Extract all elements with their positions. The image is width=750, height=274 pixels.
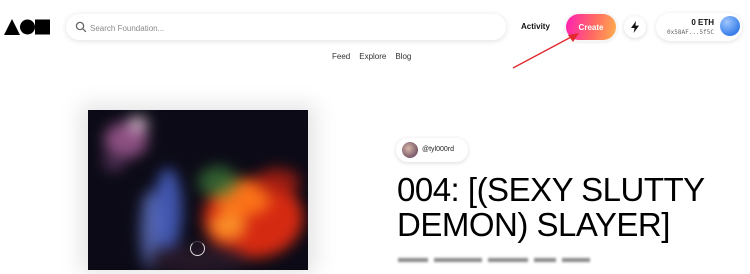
nav-item-feed[interactable]: Feed: [332, 52, 350, 61]
top-nav: Feed Explore Blog: [332, 52, 411, 61]
wallet-avatar: [720, 16, 740, 36]
creator-chip[interactable]: @tyl000rd: [396, 138, 468, 162]
artwork-description-cutoff: [398, 256, 598, 266]
creator-avatar: [402, 142, 418, 158]
wallet-address: 0x58AF...5f5C: [667, 29, 714, 36]
activity-link[interactable]: Activity: [521, 22, 550, 31]
nav-item-blog[interactable]: Blog: [395, 52, 411, 61]
foundation-logo[interactable]: [4, 18, 50, 36]
create-button-label: Create: [578, 22, 604, 32]
lightning-bolt-icon: [631, 21, 639, 33]
create-button[interactable]: Create: [566, 14, 616, 40]
creator-handle: @tyl000rd: [422, 146, 455, 153]
loading-spinner-icon: [190, 241, 205, 256]
wallet-balance: 0 ETH: [691, 18, 714, 27]
wallet-button[interactable]: 0 ETH 0x58AF...5f5C: [656, 13, 742, 41]
search-input[interactable]: [88, 14, 502, 42]
search-icon: [75, 21, 87, 33]
notifications-button[interactable]: [624, 16, 646, 38]
nav-item-explore[interactable]: Explore: [359, 52, 386, 61]
artwork-title-line-1: 004: [(SEXY SLUTTY: [397, 171, 705, 208]
artwork-title-line-2: DEMON) SLAYER]: [397, 206, 670, 243]
artwork-title: 004: [(SEXY SLUTTY DEMON) SLAYER]: [397, 172, 737, 242]
search-bar[interactable]: [66, 14, 506, 42]
